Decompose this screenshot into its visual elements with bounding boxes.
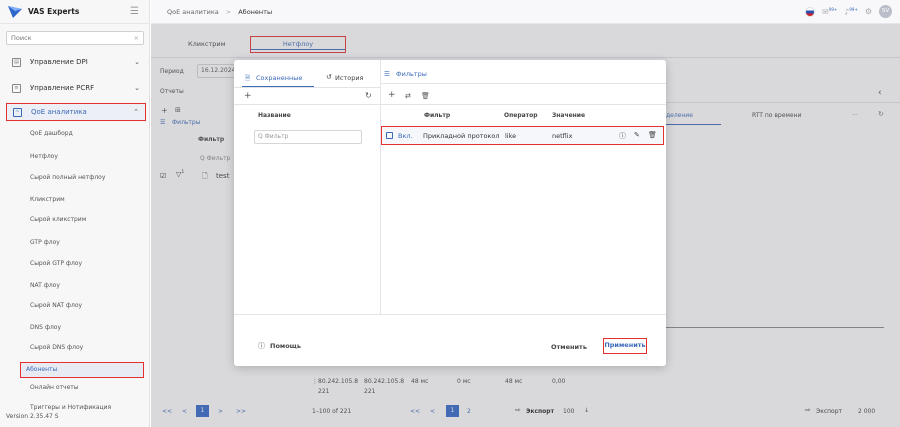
breadcrumb-qoe[interactable]: QoE аналитика: [167, 8, 219, 16]
left-toolbar-divider: [234, 104, 380, 105]
sidebar-item-online-reports[interactable]: Онлайн отчеты: [30, 384, 79, 391]
sidebar-item-qoe-dashboard[interactable]: QoE дашборд: [30, 130, 73, 137]
sidebar-item-nat[interactable]: NAT флоу: [30, 282, 60, 289]
sidebar-group-dpi[interactable]: ▤ Управление DPI ⌄: [6, 52, 146, 72]
row-filter-field: Прикладной протокол: [423, 132, 500, 140]
top-header: QoE аналитика > Абоненты ✉99+ ♪99+ ⚙ SV: [151, 0, 900, 24]
sidebar-item-dns[interactable]: DNS флоу: [30, 324, 61, 331]
chevron-down-icon: ⌄: [134, 84, 140, 92]
notifications-icon[interactable]: ✉99+: [822, 7, 837, 17]
delete-all-icon[interactable]: 🗑: [421, 92, 430, 100]
help-circle-icon[interactable]: ⓘ: [619, 131, 626, 141]
sidebar-item-raw-nat[interactable]: Сырой NAT флоу: [30, 302, 82, 309]
version-label: Version 2.35.47 S: [6, 413, 59, 420]
apply-button[interactable]: Применить: [603, 338, 647, 354]
cancel-button[interactable]: Отменить: [551, 343, 587, 351]
help-button[interactable]: Помощь: [270, 342, 301, 350]
help-icon: ⓘ: [258, 342, 265, 350]
footer-divider: [234, 314, 666, 315]
left-tabs-divider: [234, 87, 380, 88]
sidebar: VAS Experts ☰ Поиск × ▤ Управление DPI ⌄…: [0, 0, 150, 427]
alerts-badge: 99+: [849, 6, 858, 12]
filters-modal: 🗎 Сохраненные ↺ История + ↻ Название Q Ф…: [234, 60, 666, 366]
name-col-header: Название: [258, 112, 291, 119]
header-icons: ✉99+ ♪99+ ⚙ SV: [805, 5, 892, 18]
logo-row: VAS Experts ☰: [0, 0, 149, 24]
sidebar-group-label: QoE аналитика: [31, 108, 87, 116]
sidebar-item-clickstream[interactable]: Кликстрим: [30, 196, 65, 203]
add-filter-icon[interactable]: +: [388, 90, 396, 100]
filter-col-header: Фильтр: [424, 112, 451, 119]
search-placeholder: Поиск: [11, 34, 32, 42]
chevron-down-icon: ⌄: [134, 58, 140, 66]
vas-logo-icon: [8, 5, 22, 18]
panel-divider: [380, 60, 381, 314]
edit-pencil-icon[interactable]: ✎: [634, 131, 640, 139]
saved-tab-icon: 🗎: [245, 74, 251, 82]
alerts-icon[interactable]: ♪99+: [844, 7, 858, 17]
sidebar-item-raw-netflow[interactable]: Сырой полный нетфлоу: [30, 174, 105, 181]
sidebar-group-label: Управление PCRF: [30, 84, 95, 92]
chevron-up-icon: ⌃: [133, 108, 139, 116]
qoe-icon: ~: [13, 107, 22, 117]
avatar[interactable]: SV: [879, 5, 892, 18]
sidebar-item-triggers[interactable]: Триггеры и Нотификация: [30, 404, 111, 411]
tab-history[interactable]: История: [335, 74, 363, 82]
row-value: netflix: [552, 132, 573, 140]
sidebar-item-raw-clickstream[interactable]: Сырой кликстрим: [30, 216, 86, 223]
sidebar-group-pcrf[interactable]: ≡ Управление PCRF ⌄: [6, 78, 146, 98]
checkbox-icon: [386, 132, 393, 139]
sidebar-group-label: Управление DPI: [30, 58, 88, 66]
settings-gear-icon[interactable]: ⚙: [865, 7, 872, 16]
add-saved-icon[interactable]: +: [244, 91, 252, 101]
filters-list-icon: ☰: [384, 70, 390, 78]
notifications-badge: 99+: [828, 6, 838, 12]
right-title-divider: [381, 83, 666, 84]
brand-name: VAS Experts: [28, 7, 80, 16]
history-icon: ↺: [326, 73, 332, 81]
clear-search-icon[interactable]: ×: [134, 32, 139, 44]
row-operator: like: [505, 132, 517, 140]
value-col-header: Значение: [552, 112, 586, 119]
row-enabled-label: Вкл.: [398, 132, 413, 140]
sidebar-group-qoe[interactable]: ~ QoE аналитика ⌃: [6, 103, 146, 121]
operator-col-header: Оператор: [504, 112, 538, 119]
sidebar-item-subscribers[interactable]: Абоненты: [20, 362, 144, 378]
breadcrumb-current: Абоненты: [238, 7, 273, 16]
sidebar-item-raw-dns[interactable]: Сырой DNS флоу: [30, 344, 83, 351]
saved-filter-search-input[interactable]: Q Фильтр: [254, 130, 362, 144]
filters-title: Фильтры: [396, 70, 427, 78]
search-input[interactable]: Поиск ×: [6, 31, 144, 45]
right-toolbar-divider: [381, 104, 666, 105]
sidebar-item-gtp[interactable]: GTP флоу: [30, 239, 60, 246]
menu-toggle-icon[interactable]: ☰: [130, 6, 139, 17]
sidebar-item-netflow[interactable]: Нетфлоу: [30, 153, 58, 160]
dpi-icon: ▤: [12, 57, 21, 67]
row-enabled-checkbox[interactable]: [386, 132, 393, 141]
sidebar-item-raw-gtp[interactable]: Сырой GTP флоу: [30, 260, 82, 267]
breadcrumb-separator: >: [225, 7, 232, 16]
language-flag-icon[interactable]: [805, 6, 816, 17]
tab-saved[interactable]: Сохраненные: [256, 74, 302, 82]
delete-trash-icon[interactable]: 🗑: [648, 131, 657, 139]
pcrf-icon: ≡: [12, 83, 21, 93]
refresh-saved-icon[interactable]: ↻: [365, 91, 372, 100]
sync-icon[interactable]: ⇄: [405, 92, 411, 100]
filter-row[interactable]: Вкл. Прикладной протокол like netflix ⓘ …: [381, 126, 664, 145]
